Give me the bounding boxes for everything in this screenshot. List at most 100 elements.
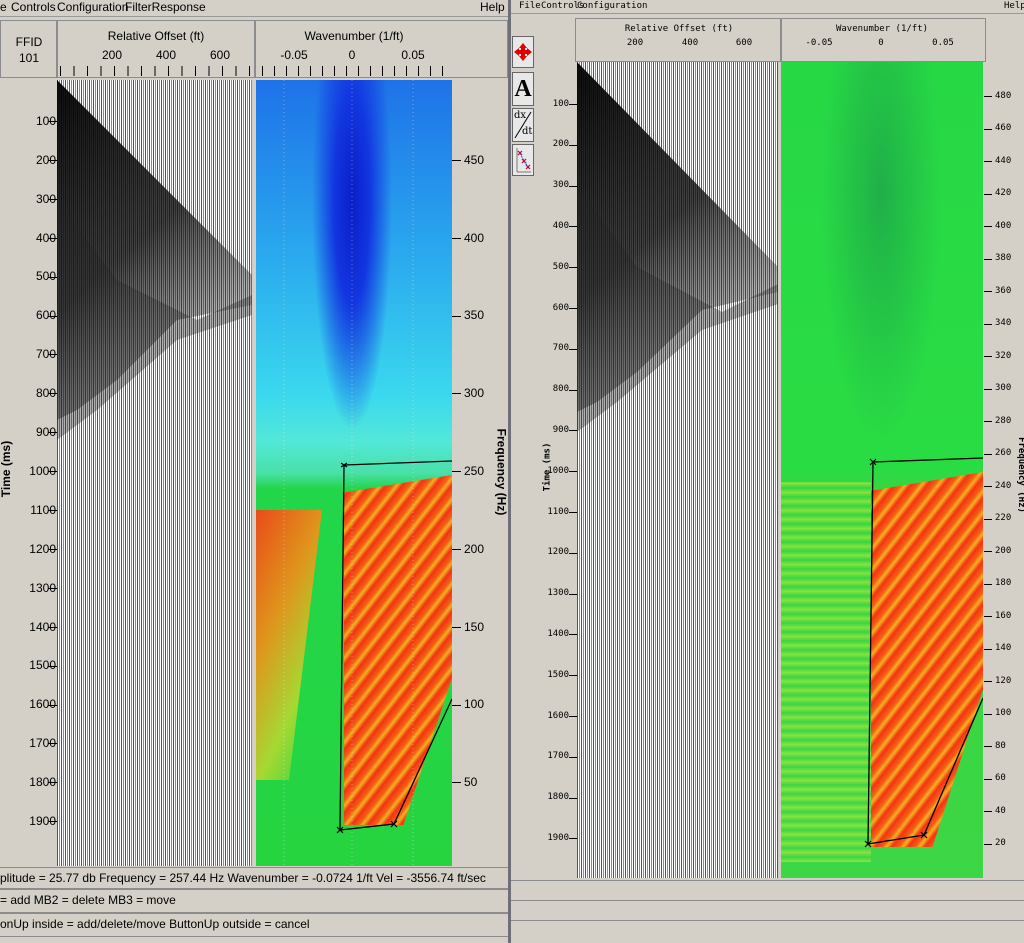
- time-tick-label: 300: [552, 180, 569, 191]
- time-tick-label-mark: [569, 430, 577, 432]
- status-bar-2: [511, 900, 1024, 921]
- frequency-tick-label-mark: [984, 421, 992, 422]
- time-tick-label-mark: [569, 104, 577, 105]
- time-tick-label-mark: [48, 471, 57, 473]
- text-tool-button[interactable]: A: [512, 72, 534, 106]
- frequency-tick-label-mark: [984, 128, 992, 130]
- time-tick-label-mark: [48, 237, 57, 239]
- frequency-tick-label-mark: [984, 746, 992, 747]
- time-tick-label-mark: [569, 512, 577, 513]
- menu-filter-response[interactable]: FilterResponse: [125, 0, 206, 15]
- frequency-tick-label-mark: [984, 811, 992, 812]
- menubar: File Controls Configuration Help: [511, 0, 1024, 14]
- frequency-tick-label-mark: [984, 356, 992, 357]
- menu-help[interactable]: Help: [480, 0, 505, 15]
- offset-tick-label: 200: [626, 38, 644, 48]
- offset-tick-label: 600: [209, 48, 231, 62]
- frequency-tick-label-mark: [984, 323, 992, 325]
- time-tick-label-mark: [48, 548, 57, 550]
- menu-configuration[interactable]: Configuration: [577, 0, 647, 12]
- frequency-tick-label-mark: [452, 237, 461, 239]
- frequency-tick-label-mark: [452, 549, 461, 550]
- frequency-tick-label-mark: [984, 518, 992, 520]
- frequency-tick-label: 280: [995, 415, 1012, 426]
- frequency-tick-label: 100: [995, 708, 1012, 719]
- frequency-tick-label: 120: [995, 675, 1012, 686]
- time-tick-label-mark: [48, 704, 57, 706]
- frequency-tick-label: 400: [995, 220, 1012, 231]
- frequency-tick-label: 260: [995, 448, 1012, 459]
- ffid-value: 101: [18, 51, 40, 65]
- frequency-tick-label: 440: [995, 155, 1012, 166]
- menu-help[interactable]: Help: [1004, 0, 1024, 12]
- offset-minor-ticks: [60, 66, 250, 76]
- time-tick-label-mark: [569, 675, 577, 677]
- derivative-tool-icon: dx dt: [513, 110, 533, 140]
- status-bar-3: [511, 920, 1024, 943]
- move-tool-button[interactable]: [512, 36, 534, 68]
- time-tick-label-mark: [569, 348, 577, 350]
- frequency-tick-label-mark: [984, 161, 992, 162]
- wavenumber-tick-label: 0: [348, 48, 356, 62]
- time-tick-label-mark: [569, 838, 577, 840]
- menu-controls[interactable]: Controls: [11, 0, 56, 15]
- velocity-pick-tool-button[interactable]: [512, 144, 534, 176]
- fk-spectrum-view[interactable]: [256, 80, 452, 866]
- wavenumber-minor-ticks: [262, 66, 452, 76]
- menu-file[interactable]: File: [519, 0, 541, 12]
- frequency-tick-label: 50: [464, 775, 478, 790]
- wavenumber-axis-title: Wavenumber (1/ft): [304, 29, 404, 43]
- seismic-gather-view[interactable]: [577, 62, 778, 878]
- frequency-tick-label: 300: [464, 386, 485, 401]
- frequency-tick-label-mark: [984, 648, 992, 650]
- wavenumber-tick-label: -0.05: [280, 48, 308, 62]
- time-tick-label: 600: [552, 302, 569, 313]
- fk-reject-polygon[interactable]: [256, 80, 452, 866]
- time-tick-label-mark: [569, 185, 577, 187]
- seismic-gather-view[interactable]: [57, 80, 252, 866]
- offset-tick-label: 600: [735, 38, 753, 48]
- frequency-tick-label-mark: [984, 96, 992, 97]
- fk-spectrum-view[interactable]: [781, 62, 983, 878]
- time-tick-label: 500: [552, 261, 569, 272]
- frequency-tick-label-mark: [984, 388, 992, 390]
- frequency-tick-label: 240: [995, 480, 1012, 491]
- time-tick-label-mark: [569, 267, 577, 269]
- frequency-tick-label-mark: [452, 704, 461, 706]
- button-help-line: onUp inside = add/delete/move ButtonUp o…: [0, 913, 508, 937]
- time-tick-label-mark: [569, 226, 577, 228]
- frequency-tick-label-mark: [984, 713, 992, 715]
- time-tick-label: 1000: [547, 465, 569, 476]
- frequency-tick-label-mark: [984, 486, 992, 487]
- fk-reject-polygon[interactable]: [781, 62, 983, 878]
- frequency-tick-label: 250: [464, 464, 485, 478]
- menu-file[interactable]: e: [0, 0, 7, 15]
- frequency-tick-label-mark: [984, 681, 992, 682]
- frequency-tick-label: 360: [995, 285, 1012, 296]
- frequency-tick-label: 350: [464, 308, 485, 323]
- time-tick-label-mark: [48, 782, 57, 784]
- wavenumber-tick-label: -0.05: [805, 38, 833, 48]
- time-tick-label: 1800: [547, 792, 569, 803]
- time-tick-label-mark: [48, 315, 57, 317]
- status-bar-1: [511, 880, 1024, 901]
- time-tick-label-mark: [569, 756, 577, 758]
- derivative-tool-button[interactable]: dx dt: [512, 108, 534, 142]
- menu-configuration[interactable]: Configuration: [57, 0, 128, 15]
- frequency-tick-label: 140: [995, 643, 1012, 654]
- time-tick-label: 800: [552, 384, 569, 395]
- frequency-tick-label-mark: [452, 626, 461, 628]
- time-tick-label-mark: [569, 308, 577, 309]
- seismic-first-break-energy: [577, 62, 778, 432]
- frequency-tick-label: 40: [995, 805, 1006, 816]
- frequency-tick-label: 200: [464, 541, 485, 556]
- frequency-tick-label-mark: [984, 291, 992, 292]
- time-tick-label: 1600: [547, 710, 569, 721]
- time-tick-label: 100: [552, 98, 569, 109]
- frequency-tick-label: 450: [464, 152, 485, 167]
- frequency-tick-label-mark: [984, 226, 992, 227]
- wavenumber-tick-label: 0.05: [401, 48, 425, 62]
- frequency-axis-label: Frequency (Hz): [1015, 437, 1024, 513]
- frequency-tick-label-mark: [984, 193, 992, 195]
- frequency-tick-label: 200: [995, 545, 1012, 556]
